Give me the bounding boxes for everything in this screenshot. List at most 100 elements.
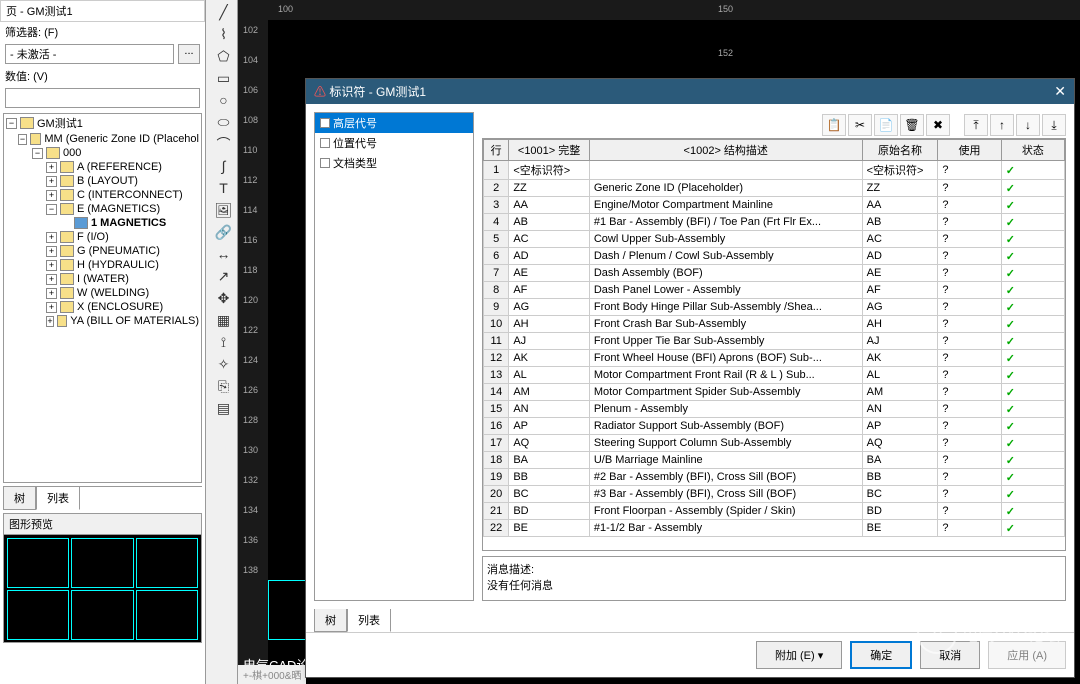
tree-node[interactable]: + A (REFERENCE): [4, 160, 201, 174]
tree-label[interactable]: W (WELDING): [77, 287, 149, 299]
arc-tool-icon[interactable]: ⌒: [213, 134, 235, 154]
tree-toggle-icon[interactable]: −: [18, 134, 27, 145]
hatch-tool-icon[interactable]: ▦: [213, 310, 235, 330]
tree-label[interactable]: I (WATER): [77, 273, 129, 285]
toolbar-btn-2[interactable]: 📄: [874, 114, 898, 136]
table-row[interactable]: 1<空标识符><空标识符>?✓: [484, 161, 1065, 180]
category-item[interactable]: 文档类型: [315, 153, 473, 173]
table-row[interactable]: 21BDFront Floorpan - Assembly (Spider / …: [484, 503, 1065, 520]
tree-toggle-icon[interactable]: +: [46, 274, 57, 285]
tree-toggle-icon[interactable]: +: [46, 246, 57, 257]
tree-node[interactable]: 1 MAGNETICS: [4, 216, 201, 230]
table-row[interactable]: 17AQSteering Support Column Sub-Assembly…: [484, 435, 1065, 452]
tree-node[interactable]: + F (I/O): [4, 230, 201, 244]
tree-node[interactable]: + B (LAYOUT): [4, 174, 201, 188]
tree-node[interactable]: + H (HYDRAULIC): [4, 258, 201, 272]
table-row[interactable]: 12AKFront Wheel House (BFI) Aprons (BOF)…: [484, 350, 1065, 367]
extra-button[interactable]: 附加 (E) ▾: [756, 641, 842, 669]
col-row[interactable]: 行: [484, 140, 509, 161]
table-row[interactable]: 3AAEngine/Motor Compartment MainlineAA?✓: [484, 197, 1065, 214]
table-row[interactable]: 14AMMotor Compartment Spider Sub-Assembl…: [484, 384, 1065, 401]
col-use[interactable]: 使用: [938, 140, 1001, 161]
preview-cell[interactable]: [71, 590, 133, 640]
tree-node[interactable]: + G (PNEUMATIC): [4, 244, 201, 258]
close-icon[interactable]: ✕: [1054, 83, 1066, 100]
circle-tool-icon[interactable]: ○: [213, 90, 235, 110]
tree-label[interactable]: 1 MAGNETICS: [91, 217, 166, 229]
tree-node[interactable]: − 000: [4, 146, 201, 160]
table-row[interactable]: 22BE#1-1/2 Bar - AssemblyBE?✓: [484, 520, 1065, 537]
tree-node[interactable]: + W (WELDING): [4, 286, 201, 300]
col-code[interactable]: <1001> 完整: [509, 140, 590, 161]
copy-tool-icon[interactable]: ⎘: [213, 376, 235, 396]
tree-label[interactable]: H (HYDRAULIC): [77, 259, 159, 271]
tree-node[interactable]: −E (MAGNETICS): [4, 202, 201, 216]
tree-node[interactable]: −GM测试1: [4, 114, 201, 132]
tree-toggle-icon[interactable]: +: [46, 190, 57, 201]
tree-toggle-icon[interactable]: −: [32, 148, 43, 159]
table-row[interactable]: 2ZZGeneric Zone ID (Placeholder)ZZ?✓: [484, 180, 1065, 197]
toolbar-btn-4[interactable]: ✖: [926, 114, 950, 136]
toolbar-btn-8[interactable]: ↓: [1016, 114, 1040, 136]
filter-dropdown[interactable]: - 未激活 -: [5, 44, 174, 64]
tree-label[interactable]: 000: [63, 147, 81, 159]
tree-label[interactable]: F (I/O): [77, 231, 109, 243]
polyline-tool-icon[interactable]: ⌇: [213, 24, 235, 44]
filter-more-button[interactable]: ...: [178, 44, 200, 64]
tree-toggle-icon[interactable]: +: [46, 162, 57, 173]
tab-tree[interactable]: 树: [3, 487, 36, 510]
tree-toggle-icon[interactable]: +: [46, 260, 57, 271]
tree-toggle-icon[interactable]: +: [46, 288, 57, 299]
toolbar-btn-0[interactable]: 📋: [822, 114, 846, 136]
ellipse-tool-icon[interactable]: ⬭: [213, 112, 235, 132]
dialog-tab-tree[interactable]: 树: [314, 609, 347, 632]
tree-node[interactable]: − MM (Generic Zone ID (Placehol: [4, 132, 201, 146]
tree-label[interactable]: C (INTERCONNECT): [77, 189, 183, 201]
table-row[interactable]: 9AGFront Body Hinge Pillar Sub-Assembly …: [484, 299, 1065, 316]
table-row[interactable]: 10AHFront Crash Bar Sub-AssemblyAH?✓: [484, 316, 1065, 333]
tree-toggle-icon[interactable]: −: [6, 118, 17, 129]
tree-label[interactable]: X (ENCLOSURE): [77, 301, 163, 313]
tree-node[interactable]: +YA (BILL OF MATERIALS): [4, 314, 201, 328]
tree-toggle-icon[interactable]: +: [46, 176, 57, 187]
tree-label[interactable]: MM (Generic Zone ID (Placehol: [44, 133, 199, 145]
polygon-tool-icon[interactable]: ⬠: [213, 46, 235, 66]
ok-button[interactable]: 确定: [850, 641, 912, 669]
col-desc[interactable]: <1002> 结构描述: [589, 140, 862, 161]
table-row[interactable]: 6ADDash / Plenum / Cowl Sub-AssemblyAD?✓: [484, 248, 1065, 265]
measure-tool-icon[interactable]: ⟟: [213, 332, 235, 352]
preview-cell[interactable]: [7, 538, 69, 588]
table-row[interactable]: 20BC#3 Bar - Assembly (BFI), Cross Sill …: [484, 486, 1065, 503]
category-item[interactable]: 高层代号: [315, 113, 473, 133]
table-row[interactable]: 11AJFront Upper Tie Bar Sub-AssemblyAJ?✓: [484, 333, 1065, 350]
toolbar-btn-1[interactable]: ✂: [848, 114, 872, 136]
tree-label[interactable]: B (LAYOUT): [77, 175, 138, 187]
preview-cell[interactable]: [136, 538, 198, 588]
dialog-tab-list[interactable]: 列表: [347, 609, 391, 632]
tree-container[interactable]: −GM测试1−MM (Generic Zone ID (Placehol−000…: [3, 113, 202, 483]
preview-cell[interactable]: [71, 538, 133, 588]
identifier-table[interactable]: 行 <1001> 完整 <1002> 结构描述 原始名称 使用 状态 1<空标识…: [482, 138, 1066, 551]
tree-node[interactable]: +X (ENCLOSURE): [4, 300, 201, 314]
toolbar-btn-3[interactable]: 🗑: [900, 114, 924, 136]
tree-toggle-icon[interactable]: +: [46, 232, 57, 243]
image-tool-icon[interactable]: 🖼: [213, 200, 235, 220]
tree-label[interactable]: YA (BILL OF MATERIALS): [70, 315, 199, 327]
table-row[interactable]: 4AB#1 Bar - Assembly (BFI) / Toe Pan (Fr…: [484, 214, 1065, 231]
table-row[interactable]: 8AFDash Panel Lower - AssemblyAF?✓: [484, 282, 1065, 299]
tree-label[interactable]: A (REFERENCE): [77, 161, 162, 173]
table-row[interactable]: 7AEDash Assembly (BOF)AE?✓: [484, 265, 1065, 282]
dim-tool-icon[interactable]: ↔: [213, 244, 235, 264]
toolbar-btn-9[interactable]: ⤓: [1042, 114, 1066, 136]
spline-tool-icon[interactable]: ∫: [213, 156, 235, 176]
tree-toggle-icon[interactable]: −: [46, 204, 57, 215]
toolbar-btn-7[interactable]: ↑: [990, 114, 1014, 136]
col-status[interactable]: 状态: [1001, 140, 1064, 161]
toolbar-btn-6[interactable]: ⤒: [964, 114, 988, 136]
table-row[interactable]: 15ANPlenum - AssemblyAN?✓: [484, 401, 1065, 418]
table-row[interactable]: 13ALMotor Compartment Front Rail (R & L …: [484, 367, 1065, 384]
preview-cell[interactable]: [136, 590, 198, 640]
tree-label[interactable]: G (PNEUMATIC): [77, 245, 160, 257]
col-orig[interactable]: 原始名称: [862, 140, 938, 161]
tree-node[interactable]: + I (WATER): [4, 272, 201, 286]
